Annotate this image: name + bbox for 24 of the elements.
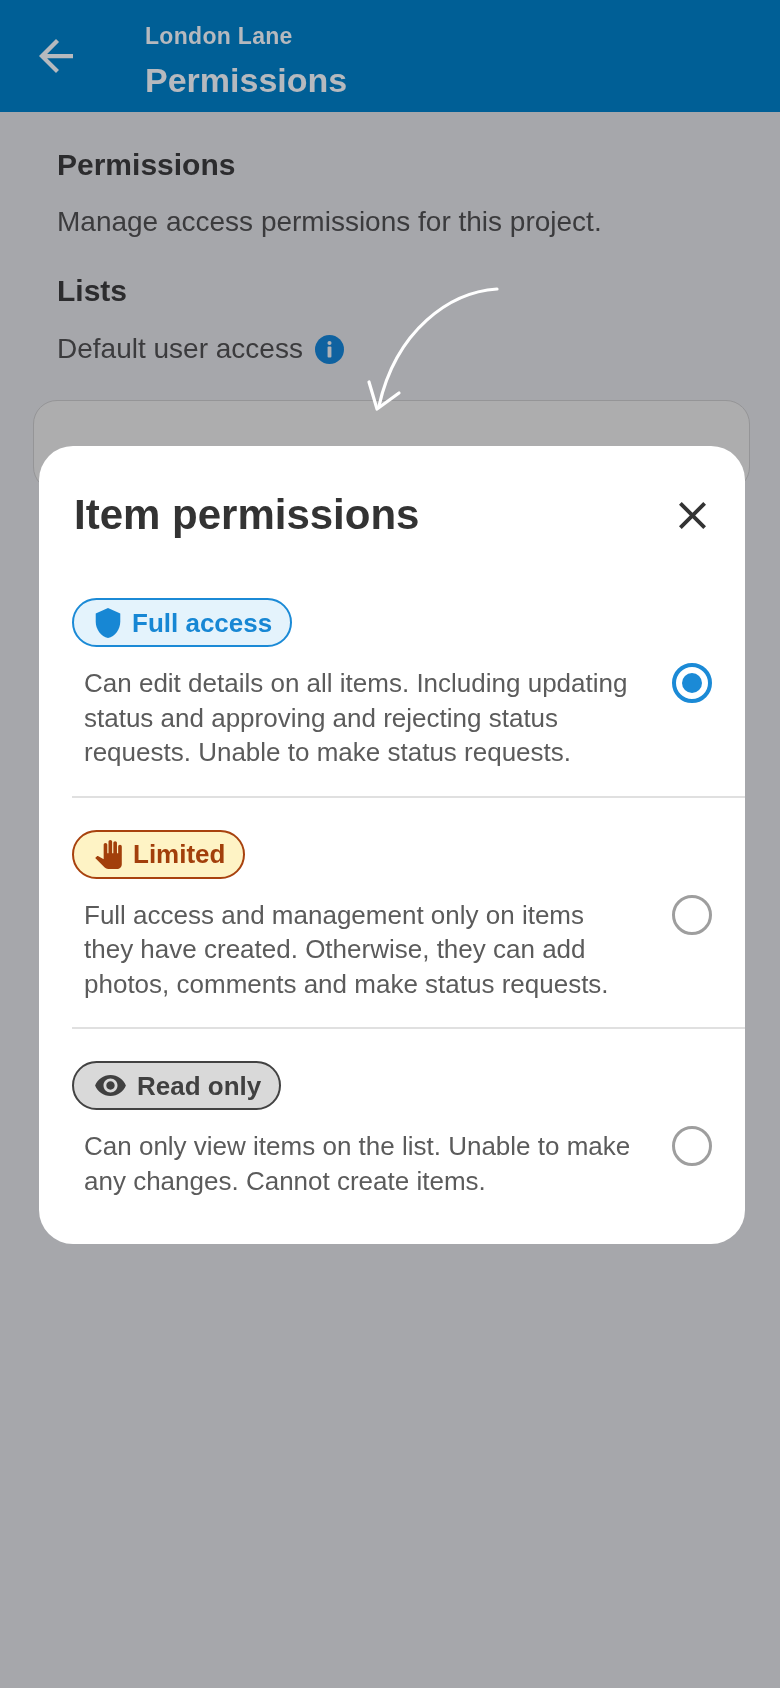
field-label: Default user access	[57, 332, 303, 366]
section-heading: Permissions	[57, 147, 237, 183]
close-button[interactable]	[679, 501, 706, 529]
tag-label: Full access	[132, 607, 273, 638]
option-description: Full access and management only on items they have created. Otherwise, they can add photos, comments and make status requests.	[84, 898, 610, 1001]
info-icon[interactable]	[314, 334, 344, 364]
tag-label: Read only	[137, 1070, 262, 1101]
radio-button[interactable]	[672, 663, 712, 703]
eye-icon	[95, 1075, 126, 1096]
list-heading: Lists	[57, 273, 129, 309]
close-icon	[679, 501, 706, 529]
tag-label: Limited	[133, 839, 226, 869]
back-arrow-icon	[39, 39, 73, 73]
back-button[interactable]	[39, 39, 73, 73]
dialog-title: Item permissions	[74, 490, 420, 540]
radio-button[interactable]	[672, 894, 712, 935]
shield-icon	[95, 607, 121, 638]
project-name: London Lane	[145, 22, 294, 50]
section-description: Manage access permissions for this project.	[57, 205, 603, 239]
screen-title: Permissions	[145, 60, 348, 100]
option-description: Can edit details on all items. Including updating status and approving and rejecting status requests. Unable to make status requests.	[84, 667, 629, 769]
radio-button[interactable]	[672, 1126, 712, 1166]
hand-icon	[95, 839, 122, 869]
option-description: Can only view items on the list. Unable to make any changes. Cannot create items.	[84, 1130, 632, 1198]
